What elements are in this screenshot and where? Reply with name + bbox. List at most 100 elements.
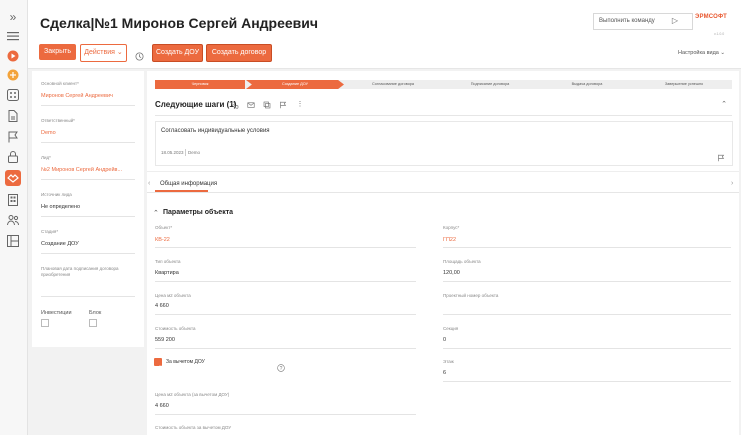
floor-value[interactable]: 6 [443,370,446,376]
divider [41,105,135,106]
field-label: Плановая дата подписания договора приобр… [41,266,119,277]
deals-icon[interactable] [5,170,21,186]
project-number-input[interactable] [443,314,731,315]
page-header: Сделка|№1 Миронов Сергей Андреевич Выпол… [28,0,741,69]
block-checkbox[interactable] [89,319,97,327]
run-command-icon[interactable]: ▷ [668,14,682,28]
responsible-value[interactable]: Demo [41,130,56,136]
main-client-value[interactable]: Миронов Сергей Андреевич [41,93,113,99]
stage-issue[interactable]: Выдача договора [538,80,636,89]
flag-icon[interactable] [717,149,725,162]
plan-icon[interactable] [6,234,20,248]
divider [443,348,731,349]
users-icon[interactable] [6,213,20,227]
flag-icon[interactable] [6,130,20,144]
section-value[interactable]: 0 [443,337,446,343]
field-label: Объект* [155,225,173,230]
field-label: Ответственный* [41,118,75,123]
minus-ddu-label: За вычетом ДОУ [166,359,205,365]
actions-button[interactable]: Действия ⌄ [80,44,127,62]
record-icon[interactable] [6,49,20,63]
deal-summary-card: Основной клиент* Миронов Сергей Андрееви… [32,71,144,347]
object-params-title: Параметры объекта [163,209,234,216]
stage-success[interactable]: Завершение успешно [636,80,732,89]
create-contract-button[interactable]: Создать договор [206,44,272,62]
divider [155,247,416,248]
building-icon[interactable] [6,193,20,207]
close-button[interactable]: Закрыть [39,44,76,60]
field-label: Тип объекта [155,259,181,264]
expand-icon[interactable]: » [6,10,20,24]
field-label: Основной клиент* [41,81,79,86]
field-label: Источник лида [41,192,72,197]
divider [41,179,135,180]
block-label: Блок [89,310,102,316]
divider [147,192,739,193]
object-value[interactable]: КВ-22 [155,237,170,243]
create-ddu-button[interactable]: Создать ДОУ [152,44,203,62]
field-label: Цена м2 объекта [155,293,191,298]
divider [443,281,731,282]
task-card[interactable]: Согласовать индивидуальные условия 18.05… [155,121,733,166]
stage-draft[interactable]: Черновик [155,80,245,89]
copy-icon[interactable] [263,101,271,109]
mail-icon[interactable] [247,101,255,109]
svg-text:?: ? [280,366,283,372]
more-icon[interactable]: ⋮ [296,101,304,109]
next-steps-title: Следующие шаги (1) [155,100,237,109]
stage-value[interactable]: Создание ДОУ [41,241,79,247]
history-icon[interactable] [135,48,144,61]
document-icon[interactable] [6,109,20,123]
divider [41,142,135,143]
apps-icon[interactable] [6,88,20,102]
flag-icon[interactable] [279,101,287,109]
field-label: Корпус* [443,225,460,230]
lead-value[interactable]: №2 Миронов Сергей Андрейв... [41,167,122,173]
task-user: Demo [188,150,201,155]
page-title: Сделка|№1 Миронов Сергей Андреевич [40,15,319,31]
collapse-icon[interactable]: ⌃ [720,101,728,109]
object-type-value[interactable]: Квартира [155,270,179,276]
investments-checkbox[interactable] [41,319,49,327]
field-label: Площадь объекта [443,259,481,264]
field-label: Цена м2 объекта (за вычетом ДОУ) [155,392,230,397]
version-label: v.1.0.0 [714,32,725,36]
task-date: 18.05.2023 [161,150,184,155]
divider [155,348,416,349]
phone-icon[interactable] [231,101,239,109]
stage-create-ddu[interactable]: Создание ДОУ [246,80,344,89]
field-label: Этаж [443,359,454,364]
field-label: Секция [443,326,459,331]
left-rail: » [0,0,28,435]
divider [155,414,416,415]
lead-source-value[interactable]: Не определено [41,204,80,210]
help-icon[interactable]: ? [277,359,285,372]
lock-icon[interactable] [6,150,20,164]
chevron-up-icon[interactable]: ⌃ [153,209,159,217]
divider [443,381,731,382]
divider [155,115,732,116]
tab-scroll-right-icon[interactable]: › [731,180,733,187]
building-value[interactable]: ГП22 [443,237,456,243]
field-label: Проектный номер объекта [443,293,499,298]
field-label: Стоимость объекта [155,326,196,331]
view-settings-button[interactable]: Настройка вида ⌄ [678,50,725,56]
stage-signing[interactable]: Подписание договора [441,80,539,89]
planned-date-input[interactable] [41,296,135,297]
area-value[interactable]: 120,00 [443,270,460,276]
task-text: Согласовать индивидуальные условия [161,128,270,134]
add-icon[interactable] [6,68,20,82]
price-minus-ddu-value[interactable]: 4 660 [155,403,169,409]
investments-label: Инвестиции [41,310,72,316]
menu-icon[interactable] [6,29,20,43]
price-m2-value[interactable]: 4 660 [155,303,169,309]
field-label: Стадия* [41,229,59,234]
brand-logo: ЭРМСОФТ [695,14,727,20]
tab-general-info[interactable]: Общая информация [160,181,217,187]
minus-ddu-checkbox[interactable] [154,358,162,370]
object-cost-value[interactable]: 559 200 [155,337,175,343]
tab-scroll-left-icon[interactable]: ‹ [148,180,150,187]
field-label: Стоимость объекта за вычетом ДОУ [155,425,232,430]
stage-approval[interactable]: Согласование договора [344,80,442,89]
divider [185,149,186,156]
